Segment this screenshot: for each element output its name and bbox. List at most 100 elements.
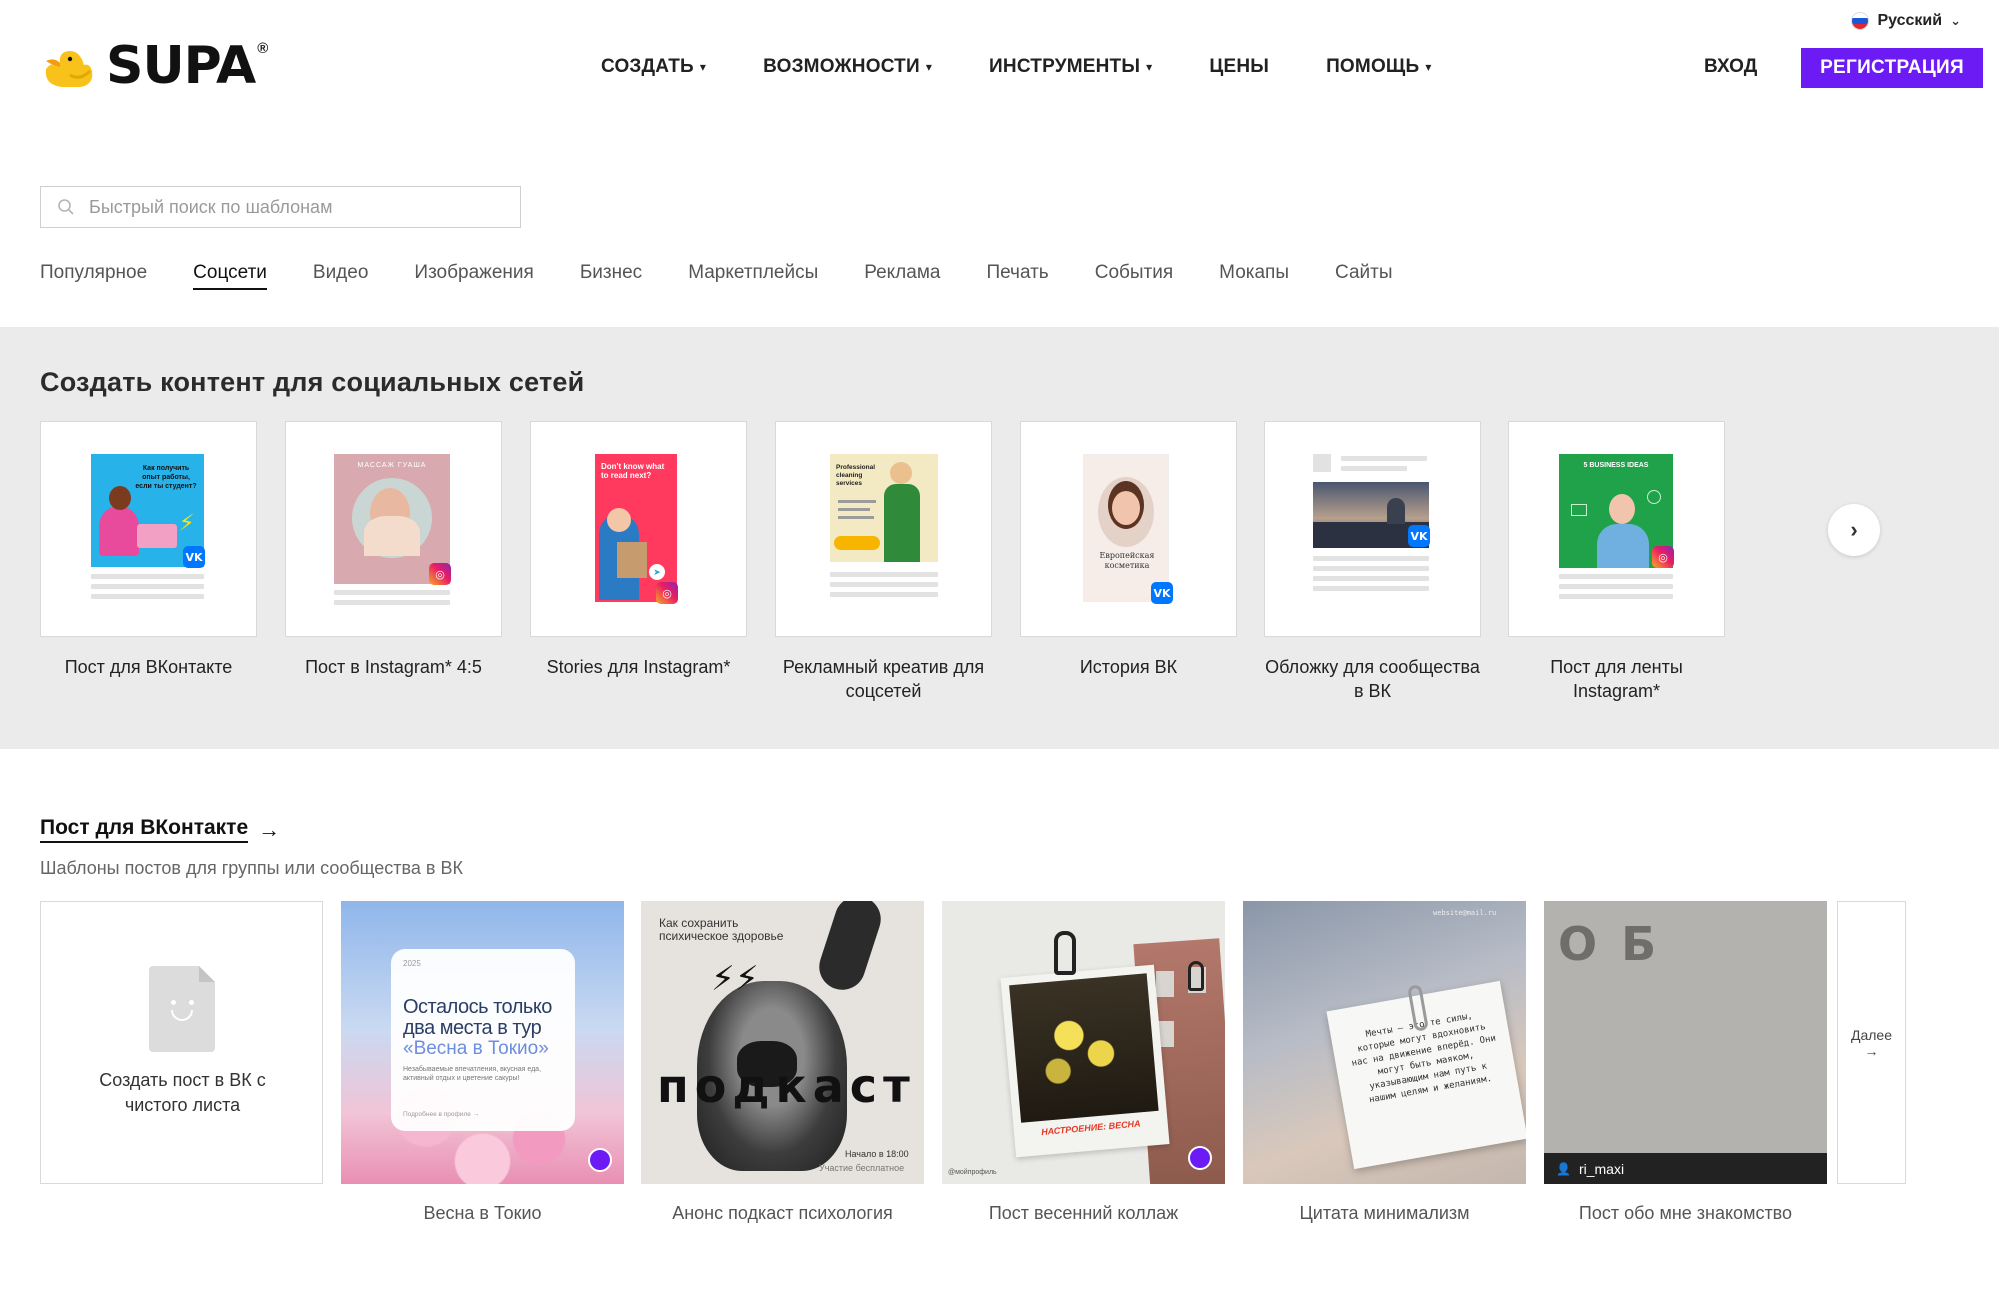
template-search[interactable] — [40, 186, 521, 228]
tab-mockups[interactable]: Мокапы — [1219, 262, 1289, 290]
format-card-vk-story[interactable]: Европейская косметика VK — [1020, 421, 1237, 637]
card-thumbnail: Professional cleaning services — [830, 454, 938, 562]
signup-button[interactable]: РЕГИСТРАЦИЯ — [1801, 48, 1983, 88]
premium-badge-icon — [588, 1148, 612, 1172]
template-username: ri_maxi — [1578, 1160, 1625, 1177]
template-site: website@mail.ru — [1433, 909, 1497, 917]
section-title: Пост для ВКонтакте — [40, 816, 249, 843]
card-label: История ВК — [1079, 657, 1178, 677]
template-label: Анонс подкаст психология — [672, 1203, 893, 1223]
format-card-stories[interactable]: Don't know what to read next? ➤ ◎ — [530, 421, 747, 637]
tab-marketplaces[interactable]: Маркетплейсы — [688, 262, 818, 290]
template-highlight: «Весна в Токио» — [403, 1038, 549, 1059]
logo[interactable]: SUPA ® — [40, 40, 268, 92]
nav-create[interactable]: СОЗДАТЬ ▾ — [601, 56, 706, 78]
chevron-down-icon: ▾ — [1146, 60, 1153, 74]
tab-video[interactable]: Видео — [313, 262, 369, 290]
nav-tools-label: ИНСТРУМЕНТЫ — [989, 56, 1141, 77]
tab-social[interactable]: Соцсети — [193, 262, 267, 290]
template-label: Пост весенний коллаж — [988, 1203, 1179, 1223]
format-card-vk-cover[interactable]: VK — [1264, 421, 1481, 637]
template-year: 2025 — [403, 959, 421, 968]
russia-flag-icon — [1851, 12, 1870, 30]
vk-icon: VK — [183, 546, 205, 568]
more-templates-button[interactable]: Далее → — [1837, 901, 1906, 1184]
search-input[interactable] — [89, 196, 489, 218]
format-card-vk-post[interactable]: Как получить опыт работы, если ты студен… — [40, 421, 257, 637]
tab-business[interactable]: Бизнес — [580, 262, 642, 290]
template-label: Пост обо мне знакомство — [1578, 1203, 1793, 1223]
template-word: подкаст — [657, 1059, 916, 1113]
vk-section-title-link[interactable]: Пост для ВКонтакте → — [40, 816, 280, 843]
registered-mark: ® — [257, 40, 269, 57]
template-headline: Осталось только два места в тур — [403, 996, 552, 1039]
tab-ads[interactable]: Реклама — [864, 262, 940, 290]
template-heading: О Б — [1558, 917, 1661, 971]
vk-icon: VK — [1408, 525, 1430, 547]
duck-icon — [45, 51, 93, 87]
social-content-section: Создать контент для социальных сетей Как… — [0, 327, 1999, 749]
nav-create-label: СОЗДАТЬ — [601, 56, 694, 77]
tab-print[interactable]: Печать — [986, 262, 1048, 290]
user-icon: 👤 — [1556, 1161, 1571, 1176]
template-body: Незабываемые впечатления, вкусная еда, а… — [403, 1066, 542, 1082]
template-user-bar: 👤 ri_maxi — [1544, 1153, 1827, 1184]
template-note: Участие бесплатное — [819, 1163, 905, 1173]
thumbnail-text: Professional cleaning services — [836, 464, 876, 487]
format-card-ad-creative[interactable]: Professional cleaning services — [775, 421, 992, 637]
chevron-down-icon: ▾ — [699, 60, 707, 74]
instagram-icon: ◎ — [1652, 546, 1674, 568]
premium-badge-icon — [1188, 1146, 1212, 1170]
template-card[interactable]: НАСТРОЕНИЕ: ВЕСНА @мойпрофиль — [942, 901, 1225, 1184]
main-nav: СОЗДАТЬ ▾ ВОЗМОЖНОСТИ ▾ ИНСТРУМЕНТЫ ▾ ЦЕНЫ … — [601, 56, 1432, 78]
instagram-icon: ◎ — [656, 582, 678, 604]
chevron-down-icon: ▾ — [1425, 60, 1432, 74]
category-tabs: Популярное Соцсети Видео Изображения Биз… — [40, 262, 1393, 290]
language-label: Русский — [1877, 12, 1943, 29]
format-card-instagram-4x5[interactable]: МАССАЖ ГУАША ◎ — [285, 421, 502, 637]
format-card-instagram-feed[interactable]: 5 BUSINESS IDEAS ◎ — [1508, 421, 1725, 637]
section-subtitle: Шаблоны постов для группы или сообщества… — [40, 858, 463, 878]
template-card[interactable]: Как сохранить психическое здоровье ⚡⚡ по… — [641, 901, 924, 1184]
chevron-right-icon: › — [1850, 517, 1858, 542]
template-headline: Как сохранить психическое здоровье — [659, 916, 784, 943]
nav-help-label: ПОМОЩЬ — [1326, 56, 1420, 77]
nav-tools[interactable]: ИНСТРУМЕНТЫ ▾ — [989, 56, 1152, 78]
card-label: Stories для Instagram* — [546, 657, 731, 677]
arrow-right-icon: → — [1864, 1042, 1879, 1059]
create-blank-post-card[interactable]: Создать пост в ВК с чистого листа — [40, 901, 323, 1184]
card-label: Пост для ленты Instagram* — [1550, 657, 1683, 701]
thumbnail-text: Как получить опыт работы, если ты студен… — [135, 465, 197, 490]
card-label: Обложку для сообщества в ВК — [1265, 657, 1480, 701]
chevron-down-icon: ▾ — [925, 60, 933, 74]
thumbnail-text: 5 BUSINESS IDEAS — [1583, 462, 1649, 469]
chevron-down-icon: ⌄ — [1950, 13, 1961, 28]
nav-prices[interactable]: ЦЕНЫ — [1209, 56, 1269, 78]
nav-features-label: ВОЗМОЖНОСТИ — [763, 56, 920, 77]
search-icon — [58, 199, 74, 215]
nav-prices-label: ЦЕНЫ — [1209, 56, 1270, 77]
template-handle: @мойпрофиль — [948, 1169, 997, 1176]
tab-events[interactable]: События — [1095, 262, 1173, 290]
template-card[interactable]: website@mail.ru Мечты – это те силы, кот… — [1243, 901, 1526, 1184]
blank-card-label: Создать пост в ВК с чистого листа — [99, 1070, 266, 1115]
template-card[interactable]: О Б 👤 ri_maxi — [1544, 901, 1827, 1184]
logo-wordmark: SUPA — [106, 36, 256, 96]
template-cta: Подробнее в профиле → — [403, 1111, 480, 1118]
card-thumbnail: Европейская косметика — [1083, 454, 1169, 602]
language-selector[interactable]: Русский ⌄ — [1851, 12, 1961, 30]
template-card[interactable]: 2025 Осталось только два места в тур «Ве… — [341, 901, 624, 1184]
card-label: Пост в Instagram* 4:5 — [305, 657, 482, 677]
template-label: Цитата минимализм — [1299, 1203, 1470, 1223]
tab-images[interactable]: Изображения — [414, 262, 533, 290]
thumbnail-text: МАССАЖ ГУАША — [357, 462, 427, 469]
template-label: Весна в Токио — [423, 1203, 542, 1223]
tab-popular[interactable]: Популярное — [40, 262, 147, 290]
tab-sites[interactable]: Сайты — [1335, 262, 1392, 290]
login-link[interactable]: ВХОД — [1704, 56, 1757, 78]
carousel-next-button[interactable]: › — [1828, 504, 1880, 556]
thumbnail-text: Европейская косметика — [1099, 551, 1155, 570]
nav-help[interactable]: ПОМОЩЬ ▾ — [1326, 56, 1432, 78]
blank-document-icon — [149, 966, 215, 1052]
nav-features[interactable]: ВОЗМОЖНОСТИ ▾ — [763, 56, 932, 78]
